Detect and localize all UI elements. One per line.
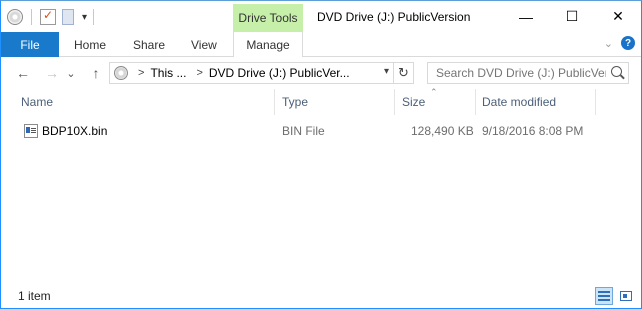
- details-view-icon: [598, 291, 610, 301]
- refresh-button[interactable]: ↻: [394, 62, 414, 84]
- title-bar: ▾ Drive Tools DVD Drive (J:) PublicVersi…: [1, 1, 641, 32]
- properties-icon[interactable]: [40, 8, 56, 25]
- forward-button[interactable]: →: [43, 64, 61, 82]
- column-header-size[interactable]: Size: [402, 89, 425, 115]
- tab-manage[interactable]: Manage: [233, 32, 303, 57]
- tab-file[interactable]: File: [1, 32, 59, 57]
- large-icons-view-button[interactable]: [617, 287, 635, 305]
- help-icon[interactable]: ?: [621, 36, 635, 50]
- quick-access-toolbar: ▾: [7, 7, 102, 27]
- ribbon-tabs: File Home Share View Manage ⌄ ?: [1, 32, 641, 57]
- search-input[interactable]: [436, 66, 606, 80]
- column-header-name[interactable]: Name: [21, 89, 53, 115]
- breadcrumb-dvd-drive[interactable]: DVD Drive (J:) PublicVer...: [209, 66, 350, 80]
- column-divider[interactable]: [274, 89, 275, 115]
- tab-home[interactable]: Home: [74, 32, 106, 57]
- dvd-drive-icon: [114, 66, 128, 80]
- file-size: 128,490 KB: [411, 124, 474, 138]
- item-count: 1 item: [18, 289, 51, 303]
- sort-indicator-icon: ⌃: [430, 87, 438, 97]
- breadcrumb-this-pc[interactable]: This ...: [150, 66, 186, 80]
- column-divider[interactable]: [394, 89, 395, 115]
- details-view-button[interactable]: [595, 287, 613, 305]
- search-icon[interactable]: [611, 66, 622, 77]
- explorer-window: ▾ Drive Tools DVD Drive (J:) PublicVersi…: [0, 0, 642, 309]
- maximize-button[interactable]: ☐: [549, 1, 595, 32]
- file-date-modified: 9/18/2016 8:08 PM: [482, 124, 584, 138]
- new-folder-icon[interactable]: [62, 9, 74, 25]
- breadcrumb-separator[interactable]: >: [138, 67, 144, 79]
- column-divider[interactable]: [595, 89, 596, 115]
- address-history-dropdown-icon[interactable]: ▾: [384, 66, 389, 77]
- column-header-type[interactable]: Type: [282, 89, 308, 115]
- minimize-button[interactable]: —: [503, 1, 549, 32]
- expand-ribbon-icon[interactable]: ⌄: [604, 37, 613, 50]
- toolbar-divider: [93, 9, 95, 25]
- drive-disc-icon[interactable]: [7, 9, 23, 25]
- ribbon-controls: ⌄ ?: [604, 36, 635, 50]
- recent-locations-button[interactable]: ⌄: [65, 64, 77, 82]
- close-button[interactable]: ✕: [595, 1, 641, 32]
- bin-file-icon: [24, 124, 38, 138]
- navigation-bar: ← → ⌄ ↑ > This ... > DVD Drive (J:) Publ…: [1, 57, 641, 89]
- back-button[interactable]: ←: [14, 64, 32, 82]
- address-bar[interactable]: > This ... > DVD Drive (J:) PublicVer...…: [109, 62, 394, 84]
- column-header-date-modified[interactable]: Date modified: [482, 89, 556, 115]
- toolbar-divider: [31, 9, 32, 25]
- breadcrumb-separator[interactable]: >: [196, 67, 202, 79]
- up-button[interactable]: ↑: [87, 64, 105, 82]
- file-name[interactable]: BDP10X.bin: [42, 124, 107, 138]
- large-icons-view-icon: [620, 291, 632, 301]
- column-divider[interactable]: [475, 89, 476, 115]
- customize-toolbar-icon[interactable]: ▾: [82, 12, 87, 23]
- file-type: BIN File: [282, 124, 325, 138]
- file-list: ⌃ Name Type Size Date modified BDP10X.bi…: [1, 87, 641, 281]
- drive-tools-context-label: Drive Tools: [233, 4, 303, 32]
- window-title: DVD Drive (J:) PublicVersion: [317, 10, 471, 24]
- tab-view[interactable]: View: [191, 32, 217, 57]
- search-box[interactable]: [427, 62, 629, 84]
- tab-share[interactable]: Share: [133, 32, 165, 57]
- file-row[interactable]: BDP10X.bin BIN File 128,490 KB 9/18/2016…: [17, 121, 607, 141]
- status-bar: 1 item: [1, 284, 641, 308]
